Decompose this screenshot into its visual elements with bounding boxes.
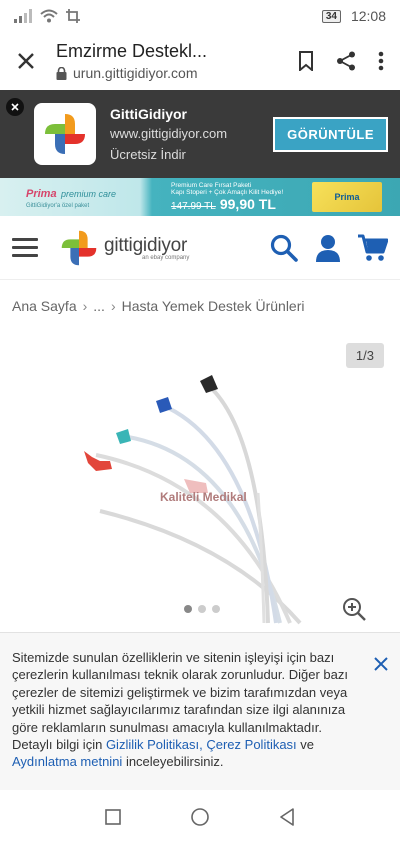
- cart-icon[interactable]: [358, 234, 388, 262]
- back-icon[interactable]: [279, 808, 295, 826]
- logo-wordmark: gittigidiyor: [104, 234, 188, 256]
- chevron-right-icon: ›: [110, 298, 116, 314]
- product-gallery[interactable]: Kaliteli Medikal 1/3: [0, 333, 400, 625]
- browser-address-bar: Emzirme Destekl... urun.gittigidiyor.com: [0, 32, 400, 90]
- home-icon[interactable]: [190, 807, 210, 827]
- promo-old-price: 147.99 TL: [171, 200, 216, 212]
- breadcrumb-current[interactable]: Hasta Yemek Destek Ürünleri: [122, 298, 305, 314]
- gittigidiyor-logo-icon: [45, 114, 85, 154]
- bookmark-icon[interactable]: [298, 51, 314, 71]
- breadcrumb-ellipsis[interactable]: ...: [93, 298, 105, 314]
- app-install-banner: GittiGidiyor www.gittigidiyor.com Ücrets…: [0, 90, 400, 178]
- app-free-label: Ücretsiz İndir: [110, 147, 186, 162]
- cookie-notice: Sitemizde sunulan özelliklerin ve siteni…: [0, 632, 400, 790]
- page-url: urun.gittigidiyor.com: [73, 65, 198, 81]
- promo-product-image: Prima: [312, 182, 382, 212]
- promo-brand: Prima: [26, 188, 57, 200]
- close-icon: [374, 657, 388, 671]
- open-app-button[interactable]: GÖRÜNTÜLE: [273, 116, 388, 152]
- battery-indicator: 34: [321, 9, 341, 23]
- image-counter: 1/3: [345, 343, 384, 368]
- lock-icon: [56, 66, 67, 80]
- status-bar: 34 12:08: [0, 0, 400, 32]
- signal-icon: [14, 9, 32, 23]
- recents-icon[interactable]: [104, 809, 121, 825]
- page-title: Emzirme Destekl...: [56, 41, 208, 61]
- site-header: gittigidiyor an ebay company: [0, 216, 400, 280]
- logo-subtitle: an ebay company: [142, 254, 190, 261]
- close-tab-button[interactable]: [10, 45, 42, 77]
- cookie-close-button[interactable]: [374, 655, 388, 675]
- wifi-icon: [40, 9, 58, 23]
- cookie-and: ve: [296, 737, 315, 753]
- disclosure-link[interactable]: Aydınlatma metnini: [12, 754, 122, 769]
- breadcrumb: Ana Sayfa › ... › Hasta Yemek Destek Ürü…: [12, 298, 305, 314]
- app-logo: [34, 103, 96, 165]
- search-icon[interactable]: [270, 234, 298, 262]
- promo-line-2: Kapı Stoperi + Çok Amaçlı Kilit Hediye!: [171, 188, 284, 196]
- breadcrumb-home[interactable]: Ana Sayfa: [12, 298, 77, 314]
- crop-icon: [66, 9, 80, 23]
- carousel-dot[interactable]: [198, 605, 206, 613]
- gittigidiyor-logo-icon: [61, 230, 97, 265]
- app-name: GittiGidiyor: [110, 106, 187, 122]
- cookie-text: Sitemizde sunulan özelliklerin ve siteni…: [12, 649, 354, 771]
- promo-new-price: 99,90 TL: [219, 195, 276, 212]
- site-logo[interactable]: gittigidiyor an ebay company: [60, 229, 189, 267]
- cookie-policy-link[interactable]: Çerez Politikası: [206, 737, 296, 752]
- product-image: [84, 375, 302, 625]
- promo-line-1: Premium Care Fırsat Paketi: [171, 181, 252, 189]
- carousel-dots: [184, 605, 220, 613]
- promo-tagline: GittiGidiyor'a özel paket: [26, 203, 90, 209]
- banner-close-button[interactable]: [6, 98, 24, 116]
- carousel-dot[interactable]: [184, 605, 192, 613]
- user-icon[interactable]: [316, 234, 340, 262]
- app-url: www.gittigidiyor.com: [110, 126, 228, 141]
- close-icon: [18, 53, 34, 69]
- promo-brand-sub: premium care: [61, 189, 117, 199]
- close-icon: [11, 103, 19, 111]
- zoom-in-icon[interactable]: [342, 597, 366, 621]
- menu-button[interactable]: [12, 238, 38, 257]
- cookie-tail: inceleyebilirsiniz.: [122, 754, 224, 770]
- promo-banner[interactable]: Prima premium care GittiGidiyor'a özel p…: [0, 178, 400, 216]
- chevron-right-icon: ›: [82, 298, 88, 314]
- promo-pack-label: Prima: [334, 192, 360, 202]
- more-menu-icon[interactable]: [378, 51, 384, 71]
- share-icon[interactable]: [336, 51, 356, 71]
- image-watermark: Kaliteli Medikal: [160, 490, 247, 504]
- privacy-policy-link[interactable]: Gizlilik Politikası: [106, 737, 199, 752]
- system-nav-bar: [0, 790, 400, 844]
- carousel-dot[interactable]: [212, 605, 220, 613]
- clock: 12:08: [350, 8, 386, 24]
- address-text[interactable]: Emzirme Destekl... urun.gittigidiyor.com: [56, 41, 298, 81]
